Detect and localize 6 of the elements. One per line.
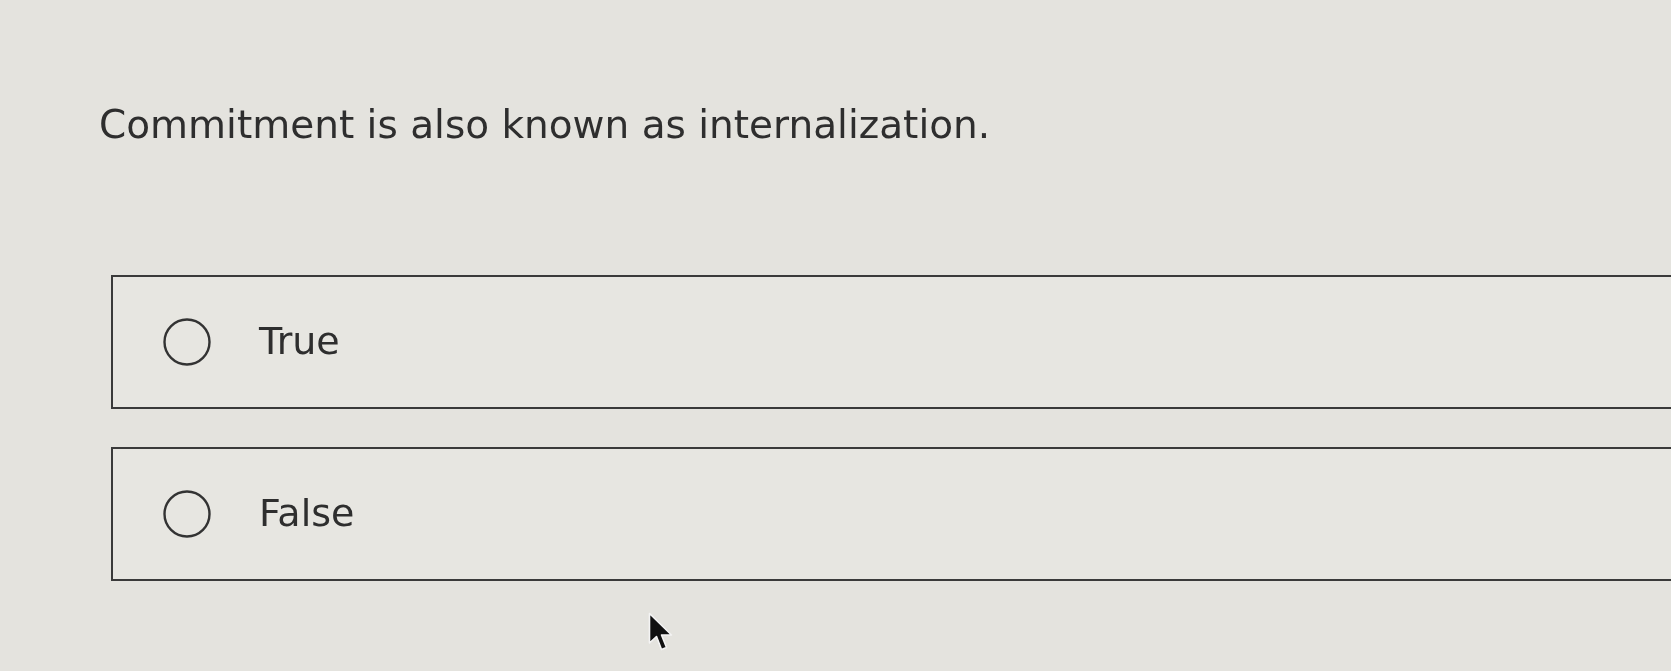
mouse-pointer-icon xyxy=(648,612,674,652)
question-text: Commitment is also known as internalization. xyxy=(99,102,991,149)
radio-button[interactable] xyxy=(163,317,211,366)
answer-option[interactable]: True xyxy=(111,274,1671,409)
answer-option[interactable]: False xyxy=(111,446,1671,581)
radio-button[interactable] xyxy=(163,489,211,538)
